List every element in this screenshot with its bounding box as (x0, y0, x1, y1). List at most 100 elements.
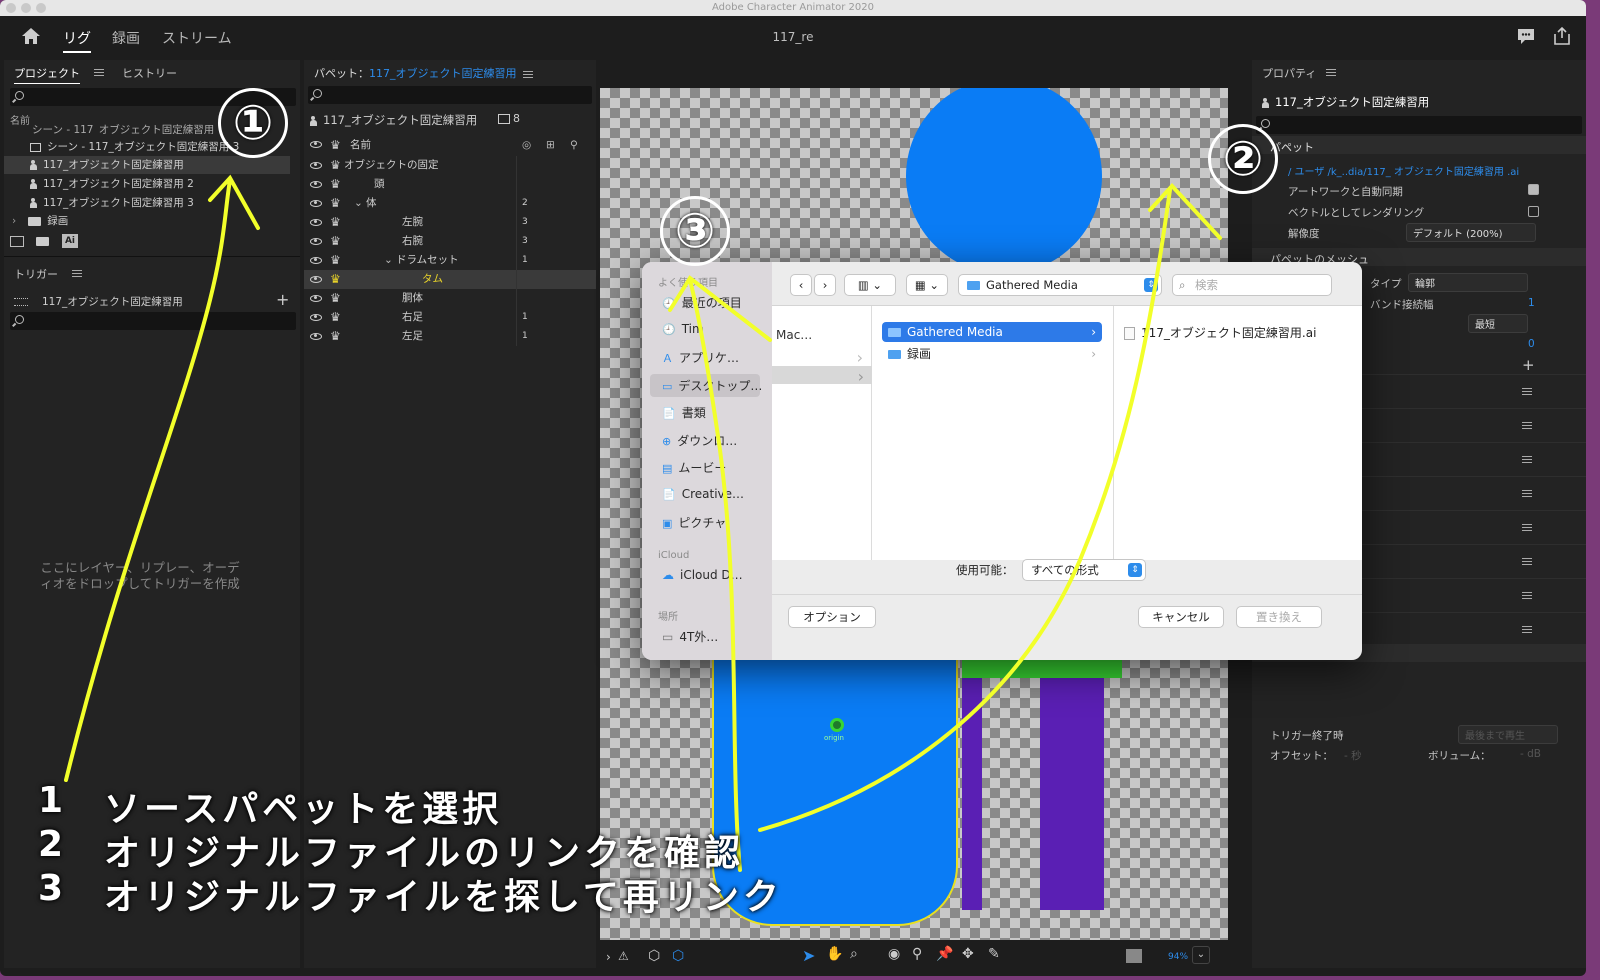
behavior-menu-icon[interactable] (1522, 626, 1532, 633)
trigger-end-dropdown[interactable]: 最後まで再生 (1458, 725, 1558, 744)
handle-icon[interactable]: ⚲ (570, 136, 578, 154)
chevron-down-icon[interactable]: ⌄ (332, 156, 341, 175)
independent-crown-icon[interactable]: ♛ (330, 273, 341, 285)
folder-gathered-media[interactable]: Gathered Media › (882, 322, 1102, 342)
bind-width-value[interactable]: 1 (1528, 297, 1535, 309)
visibility-eye-icon[interactable] (310, 238, 322, 245)
sidebar-item-creative-cloud[interactable]: 📄 Creative… (662, 487, 744, 501)
layer-row[interactable]: ♛ 頭 (304, 175, 596, 194)
mesh-type-dropdown[interactable]: 輪郭 (1408, 273, 1528, 292)
independent-crown-icon[interactable]: ♛ (330, 311, 341, 323)
layer-row[interactable]: ♛ 胴体 (304, 289, 596, 308)
tab-record[interactable]: 録画 (112, 28, 140, 48)
transparency-grid-icon[interactable] (1126, 949, 1142, 963)
chevron-down-icon[interactable]: ⌄ (354, 194, 363, 213)
vector-render-checkbox[interactable] (1528, 206, 1539, 217)
expand-icon[interactable]: › (606, 950, 611, 964)
puppet-link[interactable]: 117_オブジェクト固定練習用 (369, 67, 517, 80)
trigger-puppet-row[interactable]: 117_オブジェクト固定練習用 (14, 294, 294, 309)
layer-row[interactable]: ♛ ⌄ 体 2 (304, 194, 596, 213)
new-folder-icon[interactable] (36, 237, 49, 246)
tab-history[interactable]: ヒストリー (122, 65, 177, 81)
warning-icon[interactable]: ⚠ (618, 949, 629, 963)
forward-button[interactable]: › (814, 274, 836, 296)
layer-row[interactable]: ♛ 左腕 3 (304, 213, 596, 232)
minimize-window-icon[interactable] (21, 3, 31, 13)
chevron-right-icon[interactable]: › (4, 215, 16, 227)
file-item-ai[interactable]: 117_オブジェクト固定練習用.ai (1124, 324, 1316, 341)
options-button[interactable]: オプション (788, 606, 876, 628)
project-item-puppet-3[interactable]: 117_オブジェクト固定練習用 3 (4, 194, 290, 212)
visibility-eye-icon[interactable] (310, 219, 322, 226)
independent-crown-icon[interactable]: ♛ (330, 178, 341, 190)
sidebar-item-movies[interactable]: ▤ ムービー (662, 459, 726, 476)
zoom-window-icon[interactable] (36, 3, 46, 13)
layer-row[interactable]: ♛ ⌄ オブジェクトの固定 (304, 156, 596, 175)
comment-icon[interactable] (1515, 26, 1537, 46)
layer-row[interactable]: ♛ タム (304, 270, 596, 289)
auto-sync-checkbox[interactable] (1528, 184, 1539, 195)
sidebar-item-time-machine[interactable]: 🕘 Tim (662, 322, 704, 336)
sidebar-item-mac[interactable]: Mac… (776, 328, 812, 342)
puppet-root-row[interactable]: 117_オブジェクト固定練習用 (310, 112, 477, 128)
sidebar-item-applications[interactable]: Ａ アプリケ… (662, 349, 739, 366)
behavior-menu-icon[interactable] (1522, 592, 1532, 599)
dialog-search-input[interactable]: ⌕ 検索 (1172, 274, 1332, 296)
zoom-dropdown-icon[interactable]: ⌄ (1192, 946, 1210, 964)
pin-tool-icon[interactable]: 📌 (936, 946, 953, 962)
resolution-dropdown[interactable]: デフォルト (200%) (1406, 223, 1536, 242)
visibility-eye-icon[interactable] (310, 276, 322, 283)
offset-value[interactable]: - 秒 (1344, 748, 1362, 763)
outline-icon[interactable]: ⬡ (672, 948, 684, 964)
mesh-zero-value[interactable]: 0 (1528, 338, 1535, 350)
independent-crown-icon[interactable]: ♛ (330, 254, 341, 266)
project-item-record-folder[interactable]: › 録画 (4, 212, 290, 230)
path-dropdown[interactable]: Gathered Media ⇕ (958, 274, 1162, 296)
home-icon[interactable] (20, 26, 42, 46)
close-window-icon[interactable] (6, 3, 16, 13)
behavior-menu-icon[interactable] (1522, 558, 1532, 565)
view-grid-button[interactable]: ▦ ⌄ (906, 274, 948, 296)
project-menu-icon[interactable] (94, 69, 104, 76)
behavior-menu-icon[interactable] (1522, 388, 1532, 395)
sidebar-item-icloud-drive[interactable]: ☁ iCloud D… (662, 568, 743, 582)
view-columns-button[interactable]: ▥ ⌄ (844, 274, 896, 296)
sidebar-item-external-drive[interactable]: ▭ 4T外… (662, 628, 718, 645)
visibility-eye-icon[interactable] (310, 295, 322, 302)
trigger-search-input[interactable] (10, 312, 296, 330)
independent-crown-icon[interactable]: ♛ (330, 330, 341, 342)
visibility-eye-icon[interactable] (310, 141, 322, 148)
origin-handle[interactable] (830, 718, 844, 732)
add-trigger-icon[interactable]: + (276, 290, 289, 309)
artwork-link-path[interactable]: / ユーザ /k_..dia/117_ オブジェクト固定練習用 .ai (1288, 163, 1519, 178)
layer-row[interactable]: ♛ 右足 1 (304, 308, 596, 327)
sidebar-item-recents[interactable]: 🕘 最近の項目 (662, 294, 742, 311)
window-controls[interactable] (6, 3, 46, 13)
visibility-eye-icon[interactable] (310, 200, 322, 207)
independent-crown-icon[interactable]: ♛ (330, 139, 341, 151)
layer-row[interactable]: ♛ 右腕 3 (304, 232, 596, 251)
new-scene-icon[interactable] (10, 236, 24, 247)
chevron-down-icon[interactable]: ⌄ (384, 251, 393, 270)
independent-crown-icon[interactable]: ♛ (330, 197, 341, 209)
volume-value[interactable]: - dB (1520, 748, 1541, 760)
tab-rig[interactable]: リグ (63, 28, 91, 53)
puppet-menu-icon[interactable] (522, 70, 533, 78)
visibility-eye-icon[interactable] (310, 162, 322, 169)
mesh-icon[interactable]: ⬡ (648, 948, 660, 964)
independent-crown-icon[interactable]: ♛ (330, 292, 341, 304)
back-button[interactable]: ‹ (790, 274, 812, 296)
shortest-dropdown[interactable]: 最短 (1468, 314, 1528, 333)
project-item-puppet[interactable]: 117_オブジェクト固定練習用 (4, 156, 290, 174)
add-behavior-icon[interactable]: + (1522, 356, 1535, 374)
folder-record[interactable]: 録画 › (882, 344, 1102, 364)
sidebar-item-desktop[interactable]: ▭ デスクトップ… (650, 373, 762, 397)
replace-button[interactable]: 置き換え (1236, 606, 1322, 628)
format-dropdown[interactable]: すべての形式 ⇕ (1022, 559, 1146, 581)
independent-crown-icon[interactable]: ♛ (330, 216, 341, 228)
move-tool-icon[interactable]: ✥ (962, 946, 974, 962)
behavior-menu-icon[interactable] (1522, 524, 1532, 531)
stick-tool-icon[interactable]: ✎ (988, 946, 1000, 962)
puppet-search-input[interactable] (308, 86, 592, 104)
properties-menu-icon[interactable] (1326, 69, 1336, 76)
